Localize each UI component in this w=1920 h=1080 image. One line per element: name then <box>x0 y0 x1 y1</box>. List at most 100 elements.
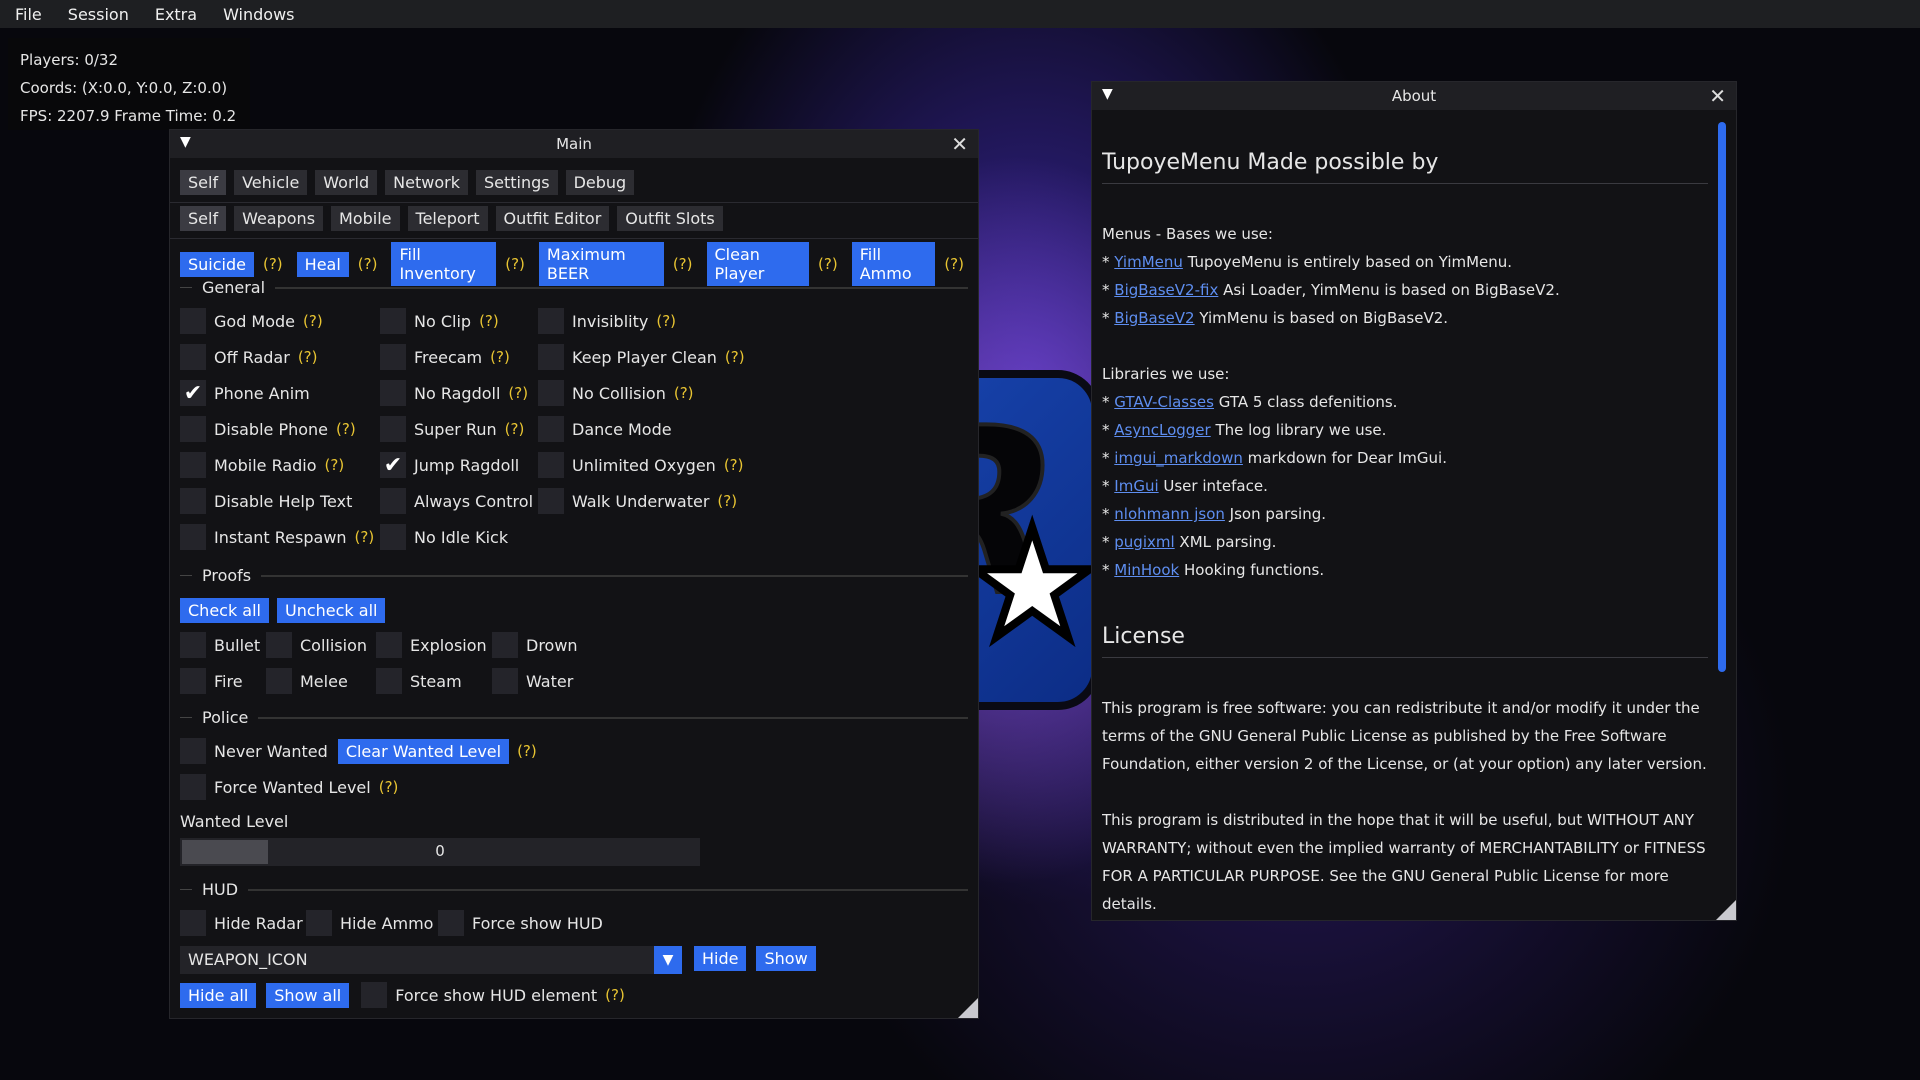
checkbox-box[interactable] <box>306 910 332 936</box>
hide-ammo-checkbox[interactable]: Hide Ammo <box>306 910 433 936</box>
checkbox-box[interactable] <box>538 344 564 370</box>
checkbox-box[interactable] <box>180 668 206 694</box>
checkbox-box[interactable] <box>376 632 402 658</box>
checkbox-box[interactable] <box>380 380 406 406</box>
hud-element-combo[interactable]: WEAPON_ICON ▼ <box>180 946 682 974</box>
jump-ragdoll-checkbox[interactable]: ✔ Jump Ragdoll <box>380 452 519 478</box>
checkbox-box[interactable] <box>180 416 206 442</box>
super-run-checkbox[interactable]: Super Run (?) <box>380 416 524 442</box>
checkbox-box[interactable] <box>538 308 564 334</box>
yimmenu-link[interactable]: YimMenu <box>1114 253 1183 271</box>
checkbox-box[interactable] <box>538 416 564 442</box>
resize-grip[interactable] <box>958 998 978 1018</box>
help-icon[interactable]: (?) <box>674 384 694 402</box>
no-clip-checkbox[interactable]: No Clip (?) <box>380 308 499 334</box>
help-icon[interactable]: (?) <box>298 348 318 366</box>
help-icon[interactable]: (?) <box>303 312 323 330</box>
checkbox-box[interactable] <box>180 774 206 800</box>
unlimited-oxygen-checkbox[interactable]: Unlimited Oxygen (?) <box>538 452 743 478</box>
menu-file[interactable]: File <box>0 5 53 24</box>
tab-debug[interactable]: Debug <box>565 170 635 195</box>
help-icon[interactable]: (?) <box>517 742 537 760</box>
resize-grip[interactable] <box>1716 900 1736 920</box>
subtab-mobile[interactable]: Mobile <box>331 206 400 231</box>
tab-network[interactable]: Network <box>385 170 468 195</box>
help-icon[interactable]: (?) <box>656 312 676 330</box>
help-icon[interactable]: (?) <box>605 986 625 1004</box>
help-icon[interactable]: (?) <box>379 778 399 796</box>
menu-windows[interactable]: Windows <box>208 5 305 24</box>
imgui-link[interactable]: ImGui <box>1114 477 1158 495</box>
help-icon[interactable]: (?) <box>325 456 345 474</box>
checkbox-box[interactable] <box>538 380 564 406</box>
checkbox-box[interactable] <box>438 910 464 936</box>
help-icon[interactable]: (?) <box>505 255 525 273</box>
help-icon[interactable]: (?) <box>355 528 375 546</box>
hide-button[interactable]: Hide <box>694 946 747 971</box>
force-wanted-level-checkbox[interactable]: Force Wanted Level (?) <box>180 774 398 800</box>
checkbox-box[interactable] <box>266 668 292 694</box>
melee-checkbox[interactable]: Melee <box>266 668 348 694</box>
tab-settings[interactable]: Settings <box>475 170 558 195</box>
tab-self[interactable]: Self <box>180 170 227 195</box>
force-show-hud-checkbox[interactable]: Force show HUD <box>438 910 603 936</box>
checkbox-box[interactable] <box>180 344 206 370</box>
checkbox-box[interactable] <box>492 632 518 658</box>
checkbox-box[interactable] <box>180 632 206 658</box>
checkbox-box[interactable] <box>492 668 518 694</box>
subtab-teleport[interactable]: Teleport <box>407 206 488 231</box>
show-all-button[interactable]: Show all <box>266 982 350 1008</box>
help-icon[interactable]: (?) <box>505 420 525 438</box>
clear-wanted-level-button[interactable]: Clear Wanted Level <box>337 738 510 764</box>
subtab-outfit-slots[interactable]: Outfit Slots <box>617 206 723 231</box>
gtav-classes-link[interactable]: GTAV-Classes <box>1114 393 1214 411</box>
help-icon[interactable]: (?) <box>725 348 745 366</box>
instant-respawn-checkbox[interactable]: Instant Respawn (?) <box>180 524 374 550</box>
disable-help-text-checkbox[interactable]: Disable Help Text <box>180 488 352 514</box>
help-icon[interactable]: (?) <box>508 384 528 402</box>
tab-vehicle[interactable]: Vehicle <box>234 170 308 195</box>
help-icon[interactable]: (?) <box>336 420 356 438</box>
explosion-checkbox[interactable]: Explosion <box>376 632 487 658</box>
always-control-checkbox[interactable]: Always Control <box>380 488 533 514</box>
collision-checkbox[interactable]: Collision <box>266 632 367 658</box>
help-icon[interactable]: (?) <box>358 255 378 273</box>
checkbox-box[interactable] <box>380 416 406 442</box>
bigbasev2-fix-link[interactable]: BigBaseV2-fix <box>1114 281 1218 299</box>
check-all-button[interactable]: Check all <box>180 598 269 623</box>
steam-checkbox[interactable]: Steam <box>376 668 462 694</box>
off-radar-checkbox[interactable]: Off Radar (?) <box>180 344 317 370</box>
mobile-radio-checkbox[interactable]: Mobile Radio (?) <box>180 452 344 478</box>
freecam-checkbox[interactable]: Freecam (?) <box>380 344 510 370</box>
invisiblity-checkbox[interactable]: Invisiblity (?) <box>538 308 676 334</box>
fire-checkbox[interactable]: Fire <box>180 668 243 694</box>
god-mode-checkbox[interactable]: God Mode (?) <box>180 308 323 334</box>
walk-underwater-checkbox[interactable]: Walk Underwater (?) <box>538 488 737 514</box>
checkbox-box[interactable] <box>380 524 406 550</box>
bullet-checkbox[interactable]: Bullet <box>180 632 260 658</box>
checkbox-box[interactable] <box>180 452 206 478</box>
nlohmann-json-link[interactable]: nlohmann json <box>1114 505 1225 523</box>
dance-mode-checkbox[interactable]: Dance Mode <box>538 416 672 442</box>
uncheck-all-button[interactable]: Uncheck all <box>277 598 386 623</box>
chevron-down-icon[interactable]: ▼ <box>654 946 682 974</box>
checkbox-box[interactable] <box>376 668 402 694</box>
help-icon[interactable]: (?) <box>673 255 693 273</box>
drown-checkbox[interactable]: Drown <box>492 632 578 658</box>
checkbox-box[interactable] <box>538 488 564 514</box>
checkbox-box[interactable] <box>380 344 406 370</box>
help-icon[interactable]: (?) <box>717 492 737 510</box>
hide-all-button[interactable]: Hide all <box>180 982 257 1008</box>
menu-extra[interactable]: Extra <box>140 5 208 24</box>
help-icon[interactable]: (?) <box>724 456 744 474</box>
checkbox-box[interactable] <box>538 452 564 478</box>
subtab-self[interactable]: Self <box>180 206 227 231</box>
phone-anim-checkbox[interactable]: ✔ Phone Anim <box>180 380 310 406</box>
help-icon[interactable]: (?) <box>263 255 283 273</box>
help-icon[interactable]: (?) <box>479 312 499 330</box>
main-titlebar[interactable]: ▼ Main ✕ <box>170 130 978 158</box>
tab-world[interactable]: World <box>315 170 378 195</box>
never-wanted-checkbox[interactable]: Never Wanted Clear Wanted Level (?) <box>180 738 537 764</box>
show-button[interactable]: Show <box>756 946 816 971</box>
about-titlebar[interactable]: ▼ About ✕ <box>1092 82 1736 110</box>
